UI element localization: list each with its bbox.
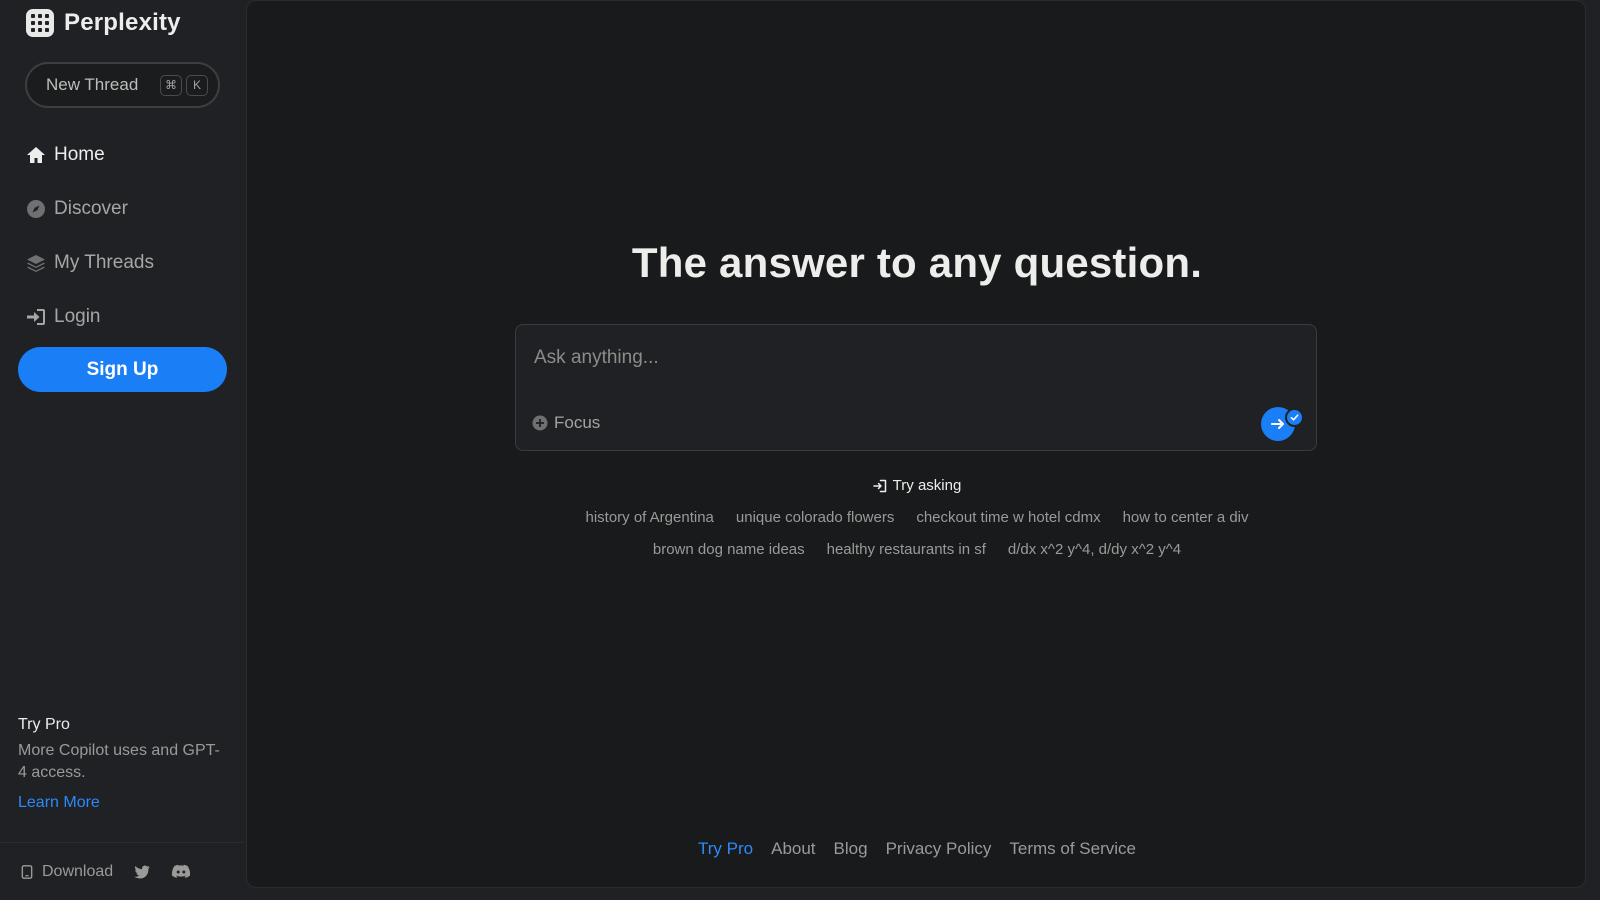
learn-more-link[interactable]: Learn More [18,794,228,812]
footer-link-blog[interactable]: Blog [834,839,868,859]
main-panel: The answer to any question. Focus Try as… [246,0,1586,888]
mobile-icon [21,864,33,879]
app-window: Perplexity New Thread ⌘ K Home Discover … [0,0,1600,900]
new-thread-button[interactable]: New Thread ⌘ K [25,62,220,108]
sidebar-nav: Home Discover My Threads Login [26,128,226,344]
suggestion-item[interactable]: how to center a div [1123,508,1249,528]
try-asking-label: Try asking [892,477,962,494]
sidebar-item-my-threads[interactable]: My Threads [26,236,226,290]
home-icon [27,147,45,163]
suggestion-list: history of Argentina unique colorado flo… [547,508,1287,560]
sidebar-footer: Download [0,842,244,900]
discord-icon[interactable] [171,863,191,881]
sidebar-item-label: Discover [54,198,128,219]
footer-nav: Try Pro About Blog Privacy Policy Terms … [247,839,1587,859]
command-key: ⌘ [160,74,182,96]
sign-up-button[interactable]: Sign Up [18,347,227,392]
page-headline: The answer to any question. [631,239,1203,286]
suggestion-item[interactable]: brown dog name ideas [653,540,805,560]
focus-button[interactable]: Focus [532,413,600,433]
footer-link-try-pro[interactable]: Try Pro [698,839,753,859]
compass-icon [27,200,45,218]
search-box: Focus [515,324,1317,451]
sidebar: Perplexity New Thread ⌘ K Home Discover … [0,0,244,900]
login-icon [27,309,45,325]
keyboard-shortcut: ⌘ K [160,74,208,96]
plus-circle-icon [532,415,548,431]
footer-link-terms[interactable]: Terms of Service [1009,839,1136,859]
twitter-icon[interactable] [133,863,151,881]
arrow-right-icon [1271,419,1284,429]
brand-logo[interactable]: Perplexity [26,8,181,38]
check-icon [1290,414,1299,421]
suggestion-item[interactable]: history of Argentina [585,508,713,528]
k-key: K [186,74,208,96]
suggestion-item[interactable]: checkout time w hotel cdmx [916,508,1100,528]
sidebar-item-login[interactable]: Login [26,290,226,344]
try-pro-promo: Try Pro More Copilot uses and GPT-4 acce… [18,716,228,812]
sidebar-item-home[interactable]: Home [26,128,226,182]
try-asking-heading: Try asking [247,477,1587,494]
footer-link-about[interactable]: About [771,839,815,859]
copilot-toggle[interactable] [1285,408,1304,427]
footer-link-privacy[interactable]: Privacy Policy [886,839,992,859]
sidebar-item-label: My Threads [54,252,154,273]
download-link[interactable]: Download [20,863,113,881]
sidebar-item-label: Login [54,306,101,327]
promo-description: More Copilot uses and GPT-4 access. [18,742,220,781]
brand-name: Perplexity [64,9,181,36]
sidebar-item-discover[interactable]: Discover [26,182,226,236]
promo-title: Try Pro [18,716,70,733]
focus-label: Focus [554,413,601,432]
search-input[interactable] [534,343,1294,373]
suggestion-item[interactable]: d/dx x^2 y^4, d/dy x^2 y^4 [1008,540,1181,560]
perplexity-logo-icon [26,9,54,37]
sidebar-item-label: Home [54,144,105,165]
arrow-into-icon [872,479,886,492]
suggestion-item[interactable]: healthy restaurants in sf [827,540,986,560]
download-label: Download [42,862,114,880]
new-thread-label: New Thread [46,75,139,94]
layers-icon [27,255,45,272]
suggestion-item[interactable]: unique colorado flowers [736,508,894,528]
